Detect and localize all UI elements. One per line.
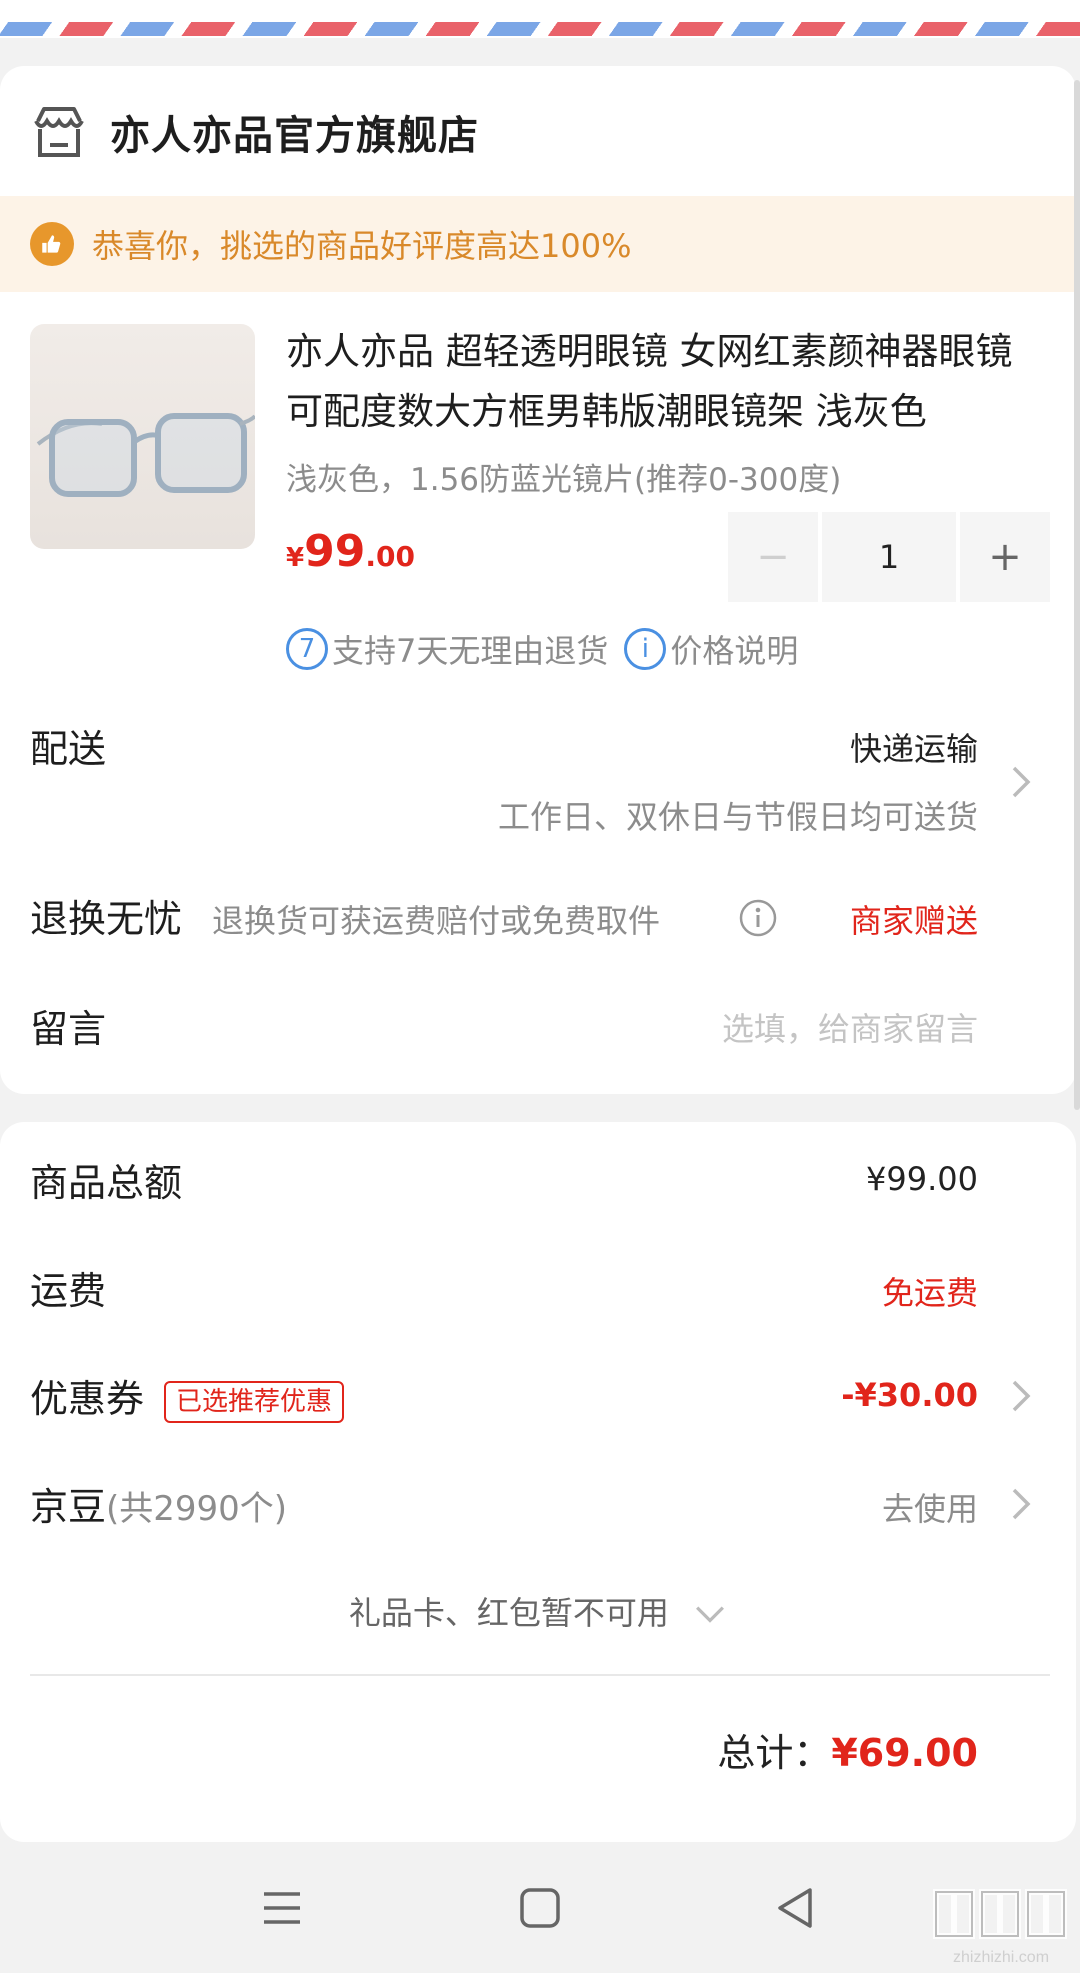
price-currency: ¥ [286, 543, 305, 573]
returns-desc: 退换货可获运费赔付或免费取件 [212, 902, 661, 940]
service-list: 7 支持7天无理由退货 i 价格说明 [286, 626, 814, 672]
total-label: 总计： [717, 1731, 832, 1775]
info-icon: i [624, 628, 667, 670]
jingdou-label: 京豆 [30, 1485, 107, 1529]
delivery-method[interactable]: 快递运输 [850, 724, 978, 770]
increase-button[interactable]: + [960, 512, 1050, 602]
jingdou-chevron-icon[interactable] [1006, 1484, 1036, 1524]
jingdou-row[interactable]: 京豆(共2990个) [30, 1476, 287, 1531]
seven-day-icon: 7 [286, 628, 328, 670]
coupon-label: 优惠券 [30, 1377, 145, 1421]
watermark-text: zhizhizhi.com [953, 1949, 1049, 1966]
menu-icon[interactable] [252, 1882, 312, 1934]
coupon-tag: 已选推荐优惠 [164, 1380, 345, 1423]
praise-notice: 恭喜你，挑选的商品好评度高达100% [0, 196, 1076, 292]
shop-name: 亦人亦品官方旗舰店 [110, 113, 479, 159]
quantity-stepper: − 1 + [728, 512, 1050, 602]
watermark-logo: zhizhizhi.com [926, 1880, 1076, 1970]
product-title[interactable]: 亦人亦品 超轻透明眼镜 女网红素颜神器眼镜可配度数大方框男韩版潮眼镜架 浅灰色 [286, 322, 1046, 442]
product-price: ¥99.00 [286, 526, 415, 577]
decrease-button[interactable]: − [728, 512, 818, 602]
notice-text: 恭喜你，挑选的商品好评度高达100% [92, 227, 632, 265]
total-line: 总计： ¥69.00 [717, 1722, 978, 1777]
message-label: 留言 [30, 1007, 107, 1051]
order-summary-card: 商品总额 ¥99.00 运费 免运费 优惠券 已选推荐优惠 -¥30.00 京豆(… [0, 1122, 1076, 1842]
coupon-value[interactable]: -¥30.00 [841, 1376, 978, 1414]
total-value: ¥69.00 [831, 1731, 978, 1775]
product-image[interactable] [30, 324, 255, 549]
returns-value: 商家赠送 [849, 902, 978, 940]
gift-note-text: 礼品卡、红包暂不可用 [348, 1594, 669, 1632]
system-nav-bar [0, 1842, 1080, 1973]
coupon-row[interactable]: 优惠券 已选推荐优惠 [30, 1368, 345, 1423]
order-item-card: 亦人亦品官方旗舰店 恭喜你，挑选的商品好评度高达100% 亦人亦品 超轻透明眼镜… [0, 66, 1076, 1094]
home-icon[interactable] [510, 1882, 570, 1934]
delivery-detail: 工作日、双休日与节假日均可送货 [497, 798, 978, 836]
service-7day-return[interactable]: 7 支持7天无理由退货 [286, 626, 608, 672]
product-spec[interactable]: 浅灰色，1.56防蓝光镜片(推荐0-300度) [286, 454, 841, 499]
goods-total-value: ¥99.00 [866, 1160, 978, 1198]
coupon-chevron-icon[interactable] [1006, 1376, 1036, 1416]
shipping-label: 运费 [30, 1269, 107, 1313]
jingdou-use-button[interactable]: 去使用 [882, 1484, 978, 1530]
delivery-chevron-icon[interactable] [1006, 762, 1036, 802]
jingdou-count: (共2990个) [106, 1489, 288, 1529]
thumbs-up-icon [30, 222, 74, 266]
gift-card-note[interactable]: 礼品卡、红包暂不可用 [0, 1588, 1076, 1634]
delivery-label: 配送 [30, 727, 107, 771]
back-icon[interactable] [766, 1882, 826, 1934]
service-label: 价格说明 [670, 632, 799, 670]
summary-divider [30, 1674, 1050, 1676]
scrollbar[interactable] [1074, 80, 1080, 1110]
airmail-stripe-bar [0, 22, 1080, 36]
shipping-value: 免运费 [881, 1274, 978, 1312]
price-decimal: .00 [365, 540, 415, 573]
airmail-stripe [0, 0, 1080, 38]
price-integer: 99 [304, 526, 366, 577]
chevron-down-icon [693, 1596, 727, 1634]
returns-info-icon[interactable] [738, 898, 778, 938]
quantity-value[interactable]: 1 [822, 512, 956, 602]
store-icon [30, 103, 88, 161]
service-price-info[interactable]: i 价格说明 [624, 626, 798, 672]
message-input[interactable]: 选填，给商家留言 [722, 1004, 978, 1050]
returns-label: 退换无忧 [30, 897, 183, 941]
service-label: 支持7天无理由退货 [332, 632, 609, 670]
shop-header[interactable]: 亦人亦品官方旗舰店 [30, 100, 479, 164]
goods-total-label: 商品总额 [30, 1161, 183, 1205]
